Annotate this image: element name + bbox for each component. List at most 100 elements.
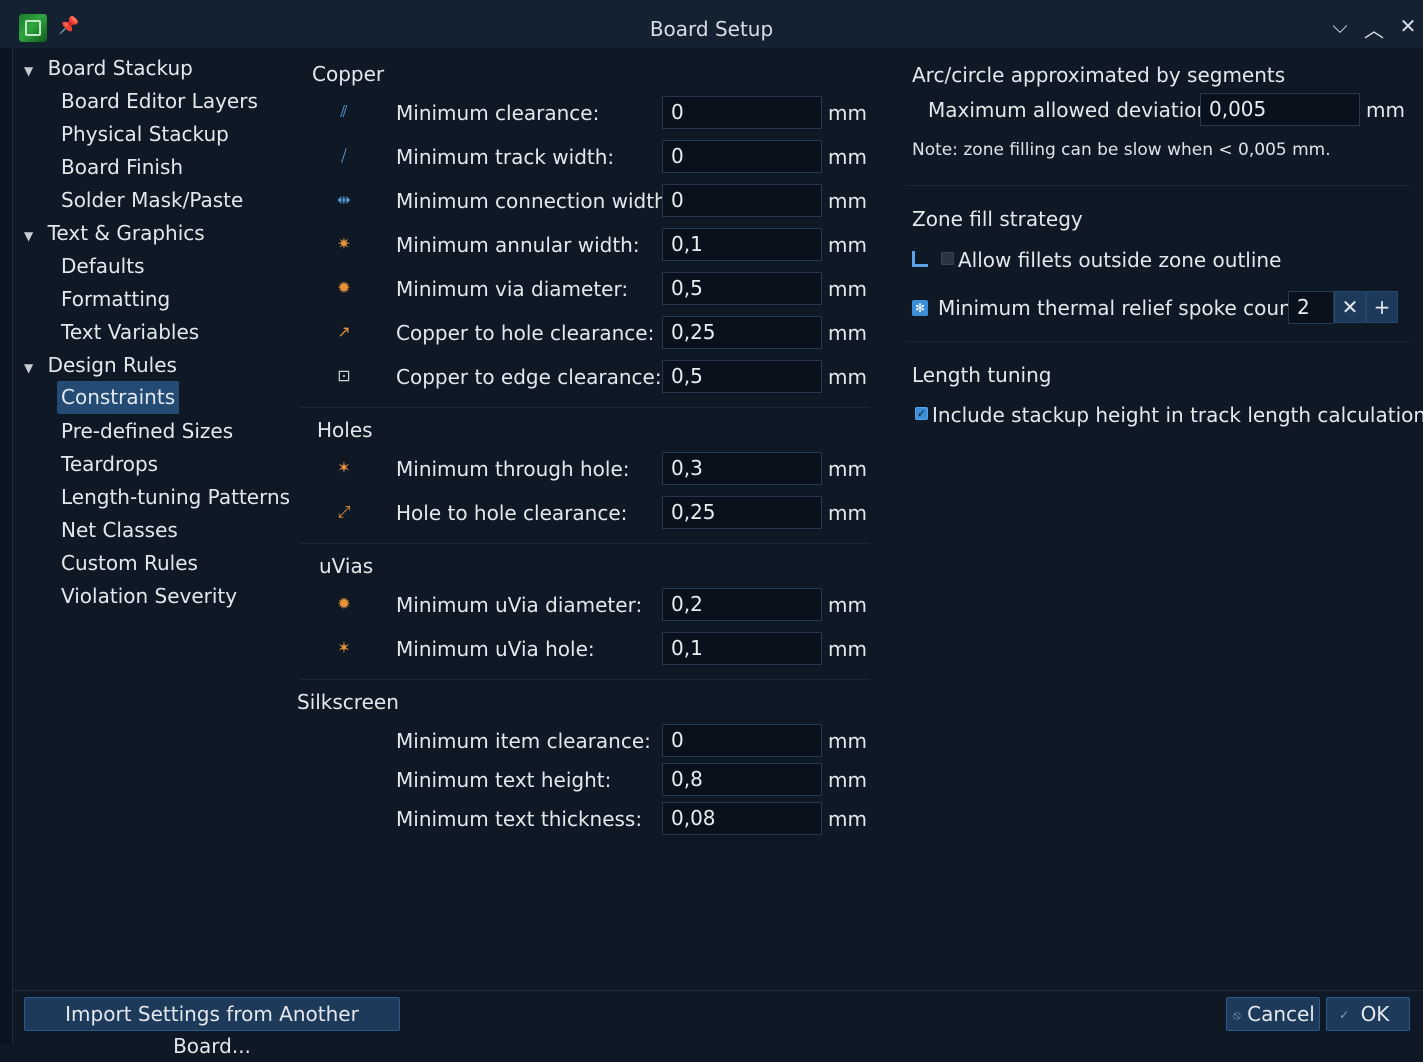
stackup-height-label[interactable]: Include stackup height in track length c… (932, 403, 1423, 427)
close-button[interactable]: ✕ (1395, 14, 1421, 38)
silkscreen-section-title: Silkscreen (297, 690, 399, 714)
frame-divider (12, 48, 13, 1044)
uvia-diameter-icon: ✹ (337, 594, 351, 613)
cancel-icon: ⦸ (1233, 1008, 1241, 1022)
import-settings-button[interactable]: Import Settings from Another Board... (24, 997, 400, 1058)
min-uvia-diameter-label: Minimum uVia diameter: (396, 593, 643, 617)
min-text-thickness-input[interactable]: 0,08 (662, 802, 822, 835)
edge-clearance-icon: ⊡ (337, 366, 351, 385)
section-divider (906, 185, 1410, 186)
tree-item-board-editor-layers[interactable]: Board Editor Layers (61, 85, 258, 118)
zone-fill-note: Note: zone filling can be slow when < 0,… (912, 140, 1331, 160)
tree-group-board-stackup[interactable]: ▼ Board Stackup (24, 52, 193, 85)
fillet-icon (912, 251, 928, 267)
copper-hole-clearance-input[interactable]: 0,25 (662, 316, 822, 349)
connection-width-icon: ⇹ (337, 190, 351, 209)
min-through-hole-input[interactable]: 0,3 (662, 452, 822, 485)
unit-label: mm (828, 768, 867, 792)
min-uvia-hole-input[interactable]: 0,1 (662, 632, 822, 665)
tree-item-predefined-sizes[interactable]: Pre-defined Sizes (61, 415, 233, 448)
zone-fill-section-title: Zone fill strategy (912, 207, 1083, 231)
window-title: Board Setup (649, 17, 774, 41)
tree-item-defaults[interactable]: Defaults (61, 250, 145, 283)
max-deviation-input[interactable]: 0,005 (1200, 93, 1360, 126)
thermal-spoke-icon: ✻ (912, 300, 928, 316)
collapse-arrow-icon[interactable]: ▼ (24, 361, 33, 375)
stackup-height-checkbox[interactable]: ✓ (915, 407, 928, 420)
min-connection-width-label: Minimum connection width: (396, 189, 674, 213)
copper-edge-clearance-input[interactable]: 0,5 (662, 360, 822, 393)
tree-group-design-rules[interactable]: ▼ Design Rules (24, 349, 177, 382)
via-diameter-icon: ✹ (337, 278, 351, 297)
tree-group-text-graphics[interactable]: ▼ Text & Graphics (24, 217, 205, 250)
allow-fillets-checkbox[interactable] (941, 252, 954, 265)
min-uvia-hole-label: Minimum uVia hole: (396, 637, 595, 661)
copper-edge-clearance-label: Copper to edge clearance: (396, 365, 662, 389)
min-text-height-input[interactable]: 0,8 (662, 763, 822, 796)
allow-fillets-label[interactable]: Allow fillets outside zone outline (958, 248, 1281, 272)
unit-label: mm (828, 145, 867, 169)
hole-to-hole-clearance-label: Hole to hole clearance: (396, 501, 628, 525)
unit-label: mm (828, 233, 867, 257)
min-annular-width-label: Minimum annular width: (396, 233, 640, 257)
tree-item-length-tuning-patterns[interactable]: Length-tuning Patterns (61, 481, 290, 514)
min-item-clearance-input[interactable]: 0 (662, 724, 822, 757)
section-divider (300, 679, 870, 680)
section-divider (300, 543, 870, 544)
min-clearance-input[interactable]: 0 (662, 96, 822, 129)
collapse-arrow-icon[interactable]: ▼ (24, 64, 33, 78)
tree-item-physical-stackup[interactable]: Physical Stackup (61, 118, 229, 151)
holes-section-title: Holes (317, 418, 373, 442)
cancel-button[interactable]: ⦸ Cancel (1226, 997, 1320, 1031)
min-text-height-label: Minimum text height: (396, 768, 612, 792)
tree-item-formatting[interactable]: Formatting (61, 283, 170, 316)
tree-item-constraints[interactable]: Constraints (57, 381, 180, 414)
ok-button[interactable]: ✓ OK (1326, 997, 1410, 1031)
tree-item-net-classes[interactable]: Net Classes (61, 514, 178, 547)
tree-item-solder-mask-paste[interactable]: Solder Mask/Paste (61, 184, 243, 217)
section-divider (906, 341, 1410, 342)
unit-label: mm (828, 101, 867, 125)
tree-group-label: Text & Graphics (47, 221, 205, 245)
tree-item-board-finish[interactable]: Board Finish (61, 151, 183, 184)
min-connection-width-input[interactable]: 0 (662, 184, 822, 217)
unit-label: mm (828, 321, 867, 345)
unit-label: mm (828, 729, 867, 753)
copper-section-title: Copper (312, 62, 385, 86)
uvia-hole-icon: ✶ (337, 638, 351, 657)
spoke-increment-button[interactable]: + (1366, 291, 1398, 323)
hole-to-hole-clearance-input[interactable]: 0,25 (662, 496, 822, 529)
unit-label: mm (828, 457, 867, 481)
cancel-label: Cancel (1247, 1002, 1315, 1026)
tree-item-violation-severity[interactable]: Violation Severity (61, 580, 237, 613)
unit-label: mm (828, 593, 867, 617)
ok-label: OK (1360, 1002, 1390, 1026)
spoke-count-label: Minimum thermal relief spoke count: (938, 296, 1307, 320)
max-deviation-label: Maximum allowed deviation: (928, 98, 1216, 122)
collapse-arrow-icon[interactable]: ▼ (24, 229, 33, 243)
tree-item-teardrops[interactable]: Teardrops (61, 448, 158, 481)
tree-group-label: Design Rules (47, 353, 177, 377)
min-track-width-label: Minimum track width: (396, 145, 615, 169)
maximize-button[interactable]: ︿ (1361, 14, 1387, 43)
track-width-icon: ⧸ (341, 146, 347, 165)
min-track-width-input[interactable]: 0 (662, 140, 822, 173)
annular-width-icon: ✷ (337, 234, 351, 253)
tree-item-text-variables[interactable]: Text Variables (61, 316, 199, 349)
min-annular-width-input[interactable]: 0,1 (662, 228, 822, 261)
min-through-hole-label: Minimum through hole: (396, 457, 630, 481)
tree-item-custom-rules[interactable]: Custom Rules (61, 547, 198, 580)
min-item-clearance-label: Minimum item clearance: (396, 729, 651, 753)
length-tuning-section-title: Length tuning (912, 363, 1052, 387)
uvias-section-title: uVias (319, 554, 374, 578)
min-via-diameter-input[interactable]: 0,5 (662, 272, 822, 305)
min-clearance-label: Minimum clearance: (396, 101, 600, 125)
min-uvia-diameter-input[interactable]: 0,2 (662, 588, 822, 621)
spoke-decrement-button[interactable]: ✕ (1334, 291, 1366, 323)
min-via-diameter-label: Minimum via diameter: (396, 277, 629, 301)
through-hole-icon: ✶ (337, 458, 351, 477)
spoke-count-input[interactable]: 2 (1288, 291, 1334, 324)
minimize-button[interactable]: ⌵ (1327, 14, 1353, 38)
unit-label: mm (828, 807, 867, 831)
tree-group-label: Board Stackup (47, 56, 193, 80)
